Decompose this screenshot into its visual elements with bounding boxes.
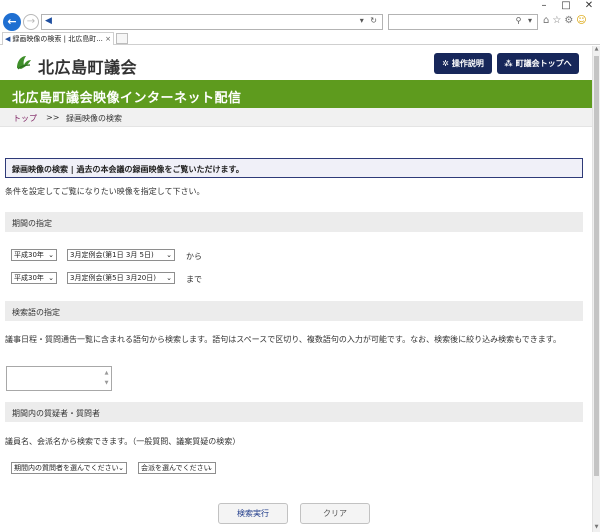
to-session-select[interactable]: 3月定例会(第5日 3月20日) ⌄ xyxy=(67,272,175,284)
browser-search-field[interactable]: ⚲ ▾ xyxy=(388,14,538,30)
textarea-scrollbar[interactable]: ▲ ▼ xyxy=(103,368,110,389)
from-year-select[interactable]: 平成30年 ⌄ xyxy=(11,249,57,261)
person-heading: 期間内の質疑者・質問者 xyxy=(12,409,100,418)
sitemap-icon: ⁂ xyxy=(504,59,513,68)
from-session-value: 3月定例会(第1日 3月 5日) xyxy=(70,251,154,259)
new-tab-icon[interactable] xyxy=(116,33,128,44)
address-bar[interactable]: ◀ ▾ ↻ xyxy=(41,14,383,30)
council-top-label: 町議会トップへ xyxy=(515,59,572,68)
page-content: 北広島町議会 ✲ 操作説明 ⁂ 町議会トップへ 北広島町議会映像インターネット配信 … xyxy=(0,46,592,532)
tab-strip: ◀ 録画映像の検索 | 北広島町... × xyxy=(0,32,600,45)
forward-arrow-icon[interactable]: → xyxy=(23,14,39,30)
keyword-section-header: 検索語の指定 xyxy=(5,301,583,321)
scroll-down-icon[interactable]: ▼ xyxy=(593,524,600,532)
to-session-value: 3月定例会(第5日 3月20日) xyxy=(70,274,156,282)
chevron-down-icon: ⌄ xyxy=(166,274,172,282)
back-arrow-icon[interactable]: ← xyxy=(3,13,21,31)
chevron-down-icon: ⌄ xyxy=(48,251,54,259)
faction-select[interactable]: 会派を選んでください ⌄ xyxy=(138,462,216,474)
scroll-up-icon[interactable]: ▲ xyxy=(593,46,600,54)
chevron-down-icon: ⌄ xyxy=(166,251,172,259)
person-description: 議員名、会派名から検索できます。（一般質問、議案質疑の検索） xyxy=(5,437,241,446)
close-window-icon[interactable]: ✕ xyxy=(578,0,600,12)
window-titlebar: – □ ✕ xyxy=(0,0,600,12)
scroll-thumb[interactable] xyxy=(594,56,599,476)
period-heading: 期間の指定 xyxy=(12,219,52,228)
site-logo-text[interactable]: 北広島町議会 xyxy=(38,54,137,78)
council-top-button[interactable]: ⁂ 町議会トップへ xyxy=(497,53,579,74)
to-word: まで xyxy=(186,275,202,284)
banner-title: 北広島町議会映像インターネット配信 xyxy=(12,91,242,106)
page-scrollbar[interactable]: ▲ ▼ xyxy=(592,46,600,532)
favorites-star-icon[interactable]: ☆ xyxy=(552,15,564,26)
settings-gear-icon[interactable]: ⚙ xyxy=(564,15,576,26)
member-select-value: 期間内の質問者を選んでください xyxy=(14,464,119,472)
feedback-smiley-icon[interactable]: ☺ xyxy=(576,15,589,26)
breadcrumb-home-link[interactable]: トップ xyxy=(13,113,37,124)
keyword-heading: 検索語の指定 xyxy=(12,308,60,317)
breadcrumb-current: 録画映像の検索 xyxy=(66,114,122,123)
period-section-header: 期間の指定 xyxy=(5,212,583,232)
title-banner: 北広島町議会映像インターネット配信 xyxy=(0,80,592,108)
to-year-value: 平成30年 xyxy=(14,274,44,282)
site-favicon-icon: ◀ xyxy=(45,16,52,26)
intro-text: 録画映像の検索 | 過去の本会議の録画映像をご覧いただけます。 xyxy=(12,165,244,174)
chevron-down-icon: ⌄ xyxy=(207,464,213,472)
clear-button[interactable]: クリア xyxy=(300,503,370,524)
breadcrumb: トップ >> 録画映像の検索 xyxy=(0,108,592,127)
faction-select-value: 会派を選んでください xyxy=(141,464,211,472)
person-section-header: 期間内の質疑者・質問者 xyxy=(5,402,583,422)
browser-tab-active[interactable]: ◀ 録画映像の検索 | 北広島町... × xyxy=(2,32,114,45)
breadcrumb-separator: >> xyxy=(46,113,60,122)
instruction-text: 条件を設定してご覧になりたい映像を指定して下さい。 xyxy=(5,187,205,196)
from-year-value: 平成30年 xyxy=(14,251,44,259)
from-word: から xyxy=(186,252,202,261)
intro-box: 録画映像の検索 | 過去の本会議の録画映像をご覧いただけます。 xyxy=(5,158,583,178)
help-button[interactable]: ✲ 操作説明 xyxy=(434,53,492,74)
help-button-label: 操作説明 xyxy=(451,59,484,68)
tab-favicon-icon: ◀ xyxy=(5,35,11,43)
browser-toolbar: ← → ◀ ▾ ↻ ⚲ ▾ ⌂☆⚙☺ xyxy=(0,12,600,32)
chevron-down-icon: ⌄ xyxy=(118,464,124,472)
refresh-icon[interactable]: ▾ ↻ xyxy=(360,16,379,25)
search-execute-button[interactable]: 検索実行 xyxy=(218,503,288,524)
tab-close-icon[interactable]: × xyxy=(105,33,111,45)
site-header: 北広島町議会 ✲ 操作説明 ⁂ 町議会トップへ xyxy=(0,46,592,80)
keyword-textarea[interactable]: ▲ ▼ xyxy=(6,366,112,391)
maximize-icon[interactable]: □ xyxy=(555,0,577,12)
search-icon[interactable]: ⚲ ▾ xyxy=(516,16,534,25)
town-logo-icon xyxy=(17,56,31,70)
to-year-select[interactable]: 平成30年 ⌄ xyxy=(11,272,57,284)
browser-tools: ⌂☆⚙☺ xyxy=(543,15,599,29)
gear-icon: ✲ xyxy=(442,59,449,68)
home-icon[interactable]: ⌂ xyxy=(543,15,552,26)
minimize-icon[interactable]: – xyxy=(533,0,555,12)
from-session-select[interactable]: 3月定例会(第1日 3月 5日) ⌄ xyxy=(67,249,175,261)
tab-title: 録画映像の検索 | 北広島町... xyxy=(12,35,103,43)
chevron-down-icon: ⌄ xyxy=(48,274,54,282)
member-select[interactable]: 期間内の質問者を選んでください ⌄ xyxy=(11,462,127,474)
keyword-description: 議事日程・質問通告一覧に含まれる語句から検索します。語句はスペースで区切り、複数… xyxy=(5,335,561,344)
